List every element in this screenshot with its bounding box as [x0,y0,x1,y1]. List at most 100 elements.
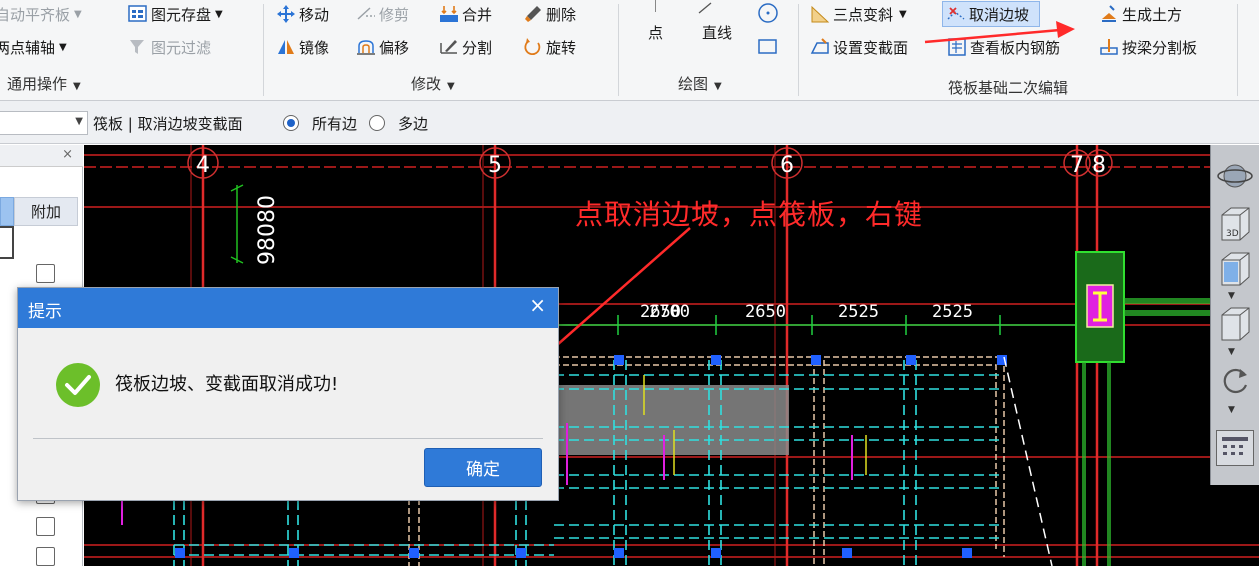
line-label: 直线 [702,23,733,42]
point-icon [655,0,656,12]
split-pen-icon [439,37,459,57]
point-button[interactable]: 点 [648,20,663,44]
dim-2700: 2700 [649,302,690,322]
generate-earthwork-label: 生成土方 [1122,5,1183,24]
group-label-raft-text: 筏板基础二次编辑 [948,79,1069,97]
prompt-dialog: 提示 × 筏板边坡、变截面取消成功! 确定 [17,287,559,501]
split-by-beam-button[interactable]: 按梁分割板 [1099,35,1197,59]
instruction-annotation: 点取消边坡，点筏板，右键 [575,198,924,231]
dialog-titlebar: 提示 × [18,288,558,328]
close-icon[interactable]: × [529,295,546,315]
auto-align-slab-button[interactable]: 自动平齐板 ▼ [0,2,82,26]
save-element-label: 图元存盘 [151,5,212,24]
column-header-additional: 附加 [14,197,78,226]
divider [618,4,619,96]
chevron-down-icon: ▼ [714,81,722,92]
radio-all-edges[interactable] [283,115,299,131]
ok-button[interactable]: 确定 [424,448,542,487]
selected-cell[interactable] [0,226,14,259]
divider [33,438,543,439]
radio-multi-edges[interactable] [369,115,385,131]
mirror-icon [276,37,296,57]
view-rebar-label: 查看板内钢筋 [970,38,1061,57]
slope-icon [810,4,830,24]
chevron-down-icon[interactable]: ▼ [1228,405,1235,415]
ribbon-toolbar: 自动平齐板 ▼ 两点辅轴 ▼ 图元存盘 ▼ 图元过滤 通用操作 ▼ 移动 修剪 合并 删… [0,0,1259,101]
radio-all-edges-label: 所有边 [312,115,358,133]
line-button[interactable]: 直线 [702,20,732,44]
split-by-beam-label: 按梁分割板 [1122,38,1198,57]
option-bar-label: 筏板 | 取消边坡变截面 [93,115,243,133]
save-element-button[interactable]: 图元存盘 ▼ [128,2,223,26]
delete-label: 删除 [546,5,577,24]
orbit-icon[interactable] [1217,159,1253,193]
svg-text:3D: 3D [1226,229,1239,239]
circle-icon[interactable] [757,2,779,24]
rotate-label: 旋转 [546,38,577,57]
three-point-slope-button[interactable]: 三点变斜 ▼ [810,2,907,26]
move-label: 移动 [299,5,330,24]
axis-label-4: 4 [196,153,210,178]
rotate-button[interactable]: 旋转 [523,35,576,59]
checkbox[interactable] [36,517,55,536]
chevron-down-icon: ▼ [447,81,455,92]
two-point-axis-button[interactable]: 两点辅轴 ▼ [0,35,67,59]
offset-button[interactable]: 偏移 [356,35,409,59]
eraser-icon [523,4,543,24]
close-icon[interactable]: × [62,147,73,162]
group-label-modify: 修改 ▼ [411,73,455,94]
cube-top-icon[interactable] [1217,250,1253,288]
radio-multi-edges-label: 多边 [398,115,429,133]
split-button[interactable]: 分割 [439,35,492,59]
cancel-edge-slope-button[interactable]: 取消边坡 [942,1,1041,27]
generate-earthwork-button[interactable]: 生成土方 [1099,2,1182,26]
floor-select[interactable]: ▼ [0,111,88,135]
trim-button[interactable]: 修剪 [356,2,409,26]
set-section-button[interactable]: 设置变截面 [810,35,908,59]
move-button[interactable]: 移动 [276,2,329,26]
set-section-label: 设置变截面 [833,38,909,57]
merge-label: 合并 [462,5,493,24]
column-selector[interactable] [0,197,14,226]
divider [263,4,264,96]
divider [798,4,799,96]
cube-side-icon[interactable] [1217,305,1253,343]
merge-button[interactable]: 合并 [439,2,492,26]
vertical-dimension: 98080 [255,195,280,265]
move-arrows-icon [276,4,296,24]
earthwork-icon [1099,4,1119,24]
axis-label-6: 6 [780,153,794,178]
dim-2650b: 2650 [745,302,786,322]
offset-icon [356,37,376,57]
checkbox[interactable] [36,264,55,283]
divider [1237,4,1238,96]
dim-2525a: 2525 [838,302,879,322]
mirror-button[interactable]: 镜像 [276,35,329,59]
panel-header: × [0,145,83,167]
chevron-down-icon[interactable]: ▼ [1228,291,1235,301]
axis-label-8: 8 [1092,153,1106,178]
checkbox[interactable] [36,547,55,566]
success-check-icon [55,362,101,408]
chevron-down-icon[interactable]: ▼ [1228,347,1235,357]
group-label-draw-text: 绘图 [678,75,709,93]
cancel-slope-icon [946,4,966,24]
rotate-icon [523,37,543,57]
view-rebar-button[interactable]: 查看板内钢筋 [947,35,1060,59]
trim-label: 修剪 [379,5,410,24]
cube-3d-icon[interactable]: 3D [1217,205,1253,243]
offset-label: 偏移 [379,38,410,57]
rectangle-icon[interactable] [757,37,779,57]
chevron-down-icon: ▼ [73,81,81,92]
line-icon [698,0,712,14]
group-label-raft: 筏板基础二次编辑 [948,77,1068,98]
element-filter-button[interactable]: 图元过滤 [128,35,211,59]
layer-grid-icon[interactable] [1216,430,1254,466]
view-toolbar: 3D ▼ ▼ ▼ [1210,145,1259,485]
rotate-view-icon[interactable] [1217,363,1253,399]
rebar-view-icon [947,37,967,57]
cancel-edge-slope-label: 取消边坡 [969,5,1030,24]
axis-label-5: 5 [488,153,502,178]
chevron-down-icon: ▼ [899,8,907,20]
delete-button[interactable]: 删除 [523,2,576,26]
